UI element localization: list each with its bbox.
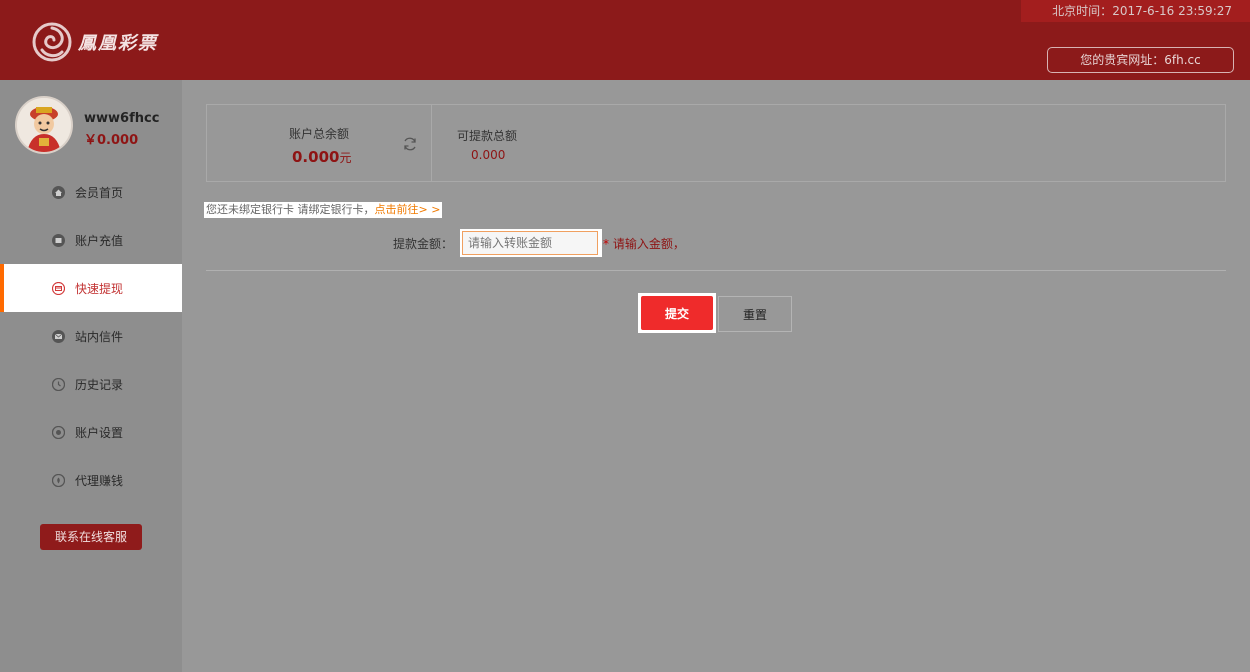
contact-support-button[interactable]: 联系在线客服 — [40, 524, 142, 550]
sidebar-nav: 会员首页 账户充值 快速提现 站内信件 历史记录 账户设置 代理赚钱 — [0, 168, 182, 504]
sidebar-item-label: 代理赚钱 — [75, 473, 124, 488]
reset-button[interactable]: 重置 — [718, 296, 792, 332]
amount-input[interactable] — [462, 231, 598, 255]
total-balance-amount: 0.000 — [292, 148, 340, 166]
gear-icon — [52, 425, 65, 439]
sidebar-item-history[interactable]: 历史记录 — [0, 360, 182, 408]
withdrawable-value: 0.000 — [471, 148, 506, 162]
sidebar-item-inbox[interactable]: 站内信件 — [0, 312, 182, 360]
sidebar-item-quick-withdraw[interactable]: 快速提现 — [0, 264, 182, 312]
avatar-image-icon — [17, 98, 71, 152]
total-balance-label: 账户总余额 — [289, 127, 350, 141]
site-logo[interactable]: 鳳凰彩票 — [32, 20, 158, 64]
bind-card-notice: 您还未绑定银行卡 请绑定银行卡，点击前往> > — [204, 202, 443, 218]
balance-summary: 账户总余额 0.000元 可提款总额 0.000 — [206, 104, 1226, 182]
sidebar-item-account-settings[interactable]: 账户设置 — [0, 408, 182, 456]
total-balance-panel: 账户总余额 0.000元 — [207, 105, 432, 181]
withdraw-amount-row: 提款金额： * 请输入金额， — [182, 229, 1250, 257]
amount-hint-text: 请输入金额， — [609, 237, 685, 251]
clock-value: 2017-6-16 23:59:27 — [1112, 4, 1232, 18]
refresh-icon[interactable] — [402, 136, 418, 152]
form-divider — [206, 270, 1226, 271]
username: www6fhcc — [84, 111, 160, 126]
total-balance-value: 0.000元 — [292, 148, 351, 166]
avatar[interactable] — [15, 96, 73, 154]
sidebar: www6fhcc ￥0.000 会员首页 账户充值 快速提现 站内信件 历史记录… — [0, 80, 182, 672]
sidebar-item-label: 会员首页 — [75, 185, 124, 200]
wallet-icon — [52, 233, 65, 247]
sidebar-item-member-home[interactable]: 会员首页 — [0, 168, 182, 216]
clock-label: 北京时间： — [1052, 4, 1113, 18]
mail-icon — [52, 329, 65, 343]
phoenix-logo-icon — [32, 22, 72, 62]
amount-input-frame — [460, 229, 602, 257]
home-icon — [52, 185, 65, 199]
coin-icon — [52, 473, 65, 487]
clock-icon — [52, 377, 65, 391]
submit-frame: 提交 — [638, 293, 716, 333]
total-balance-unit: 元 — [339, 151, 352, 165]
logo-text: 鳳凰彩票 — [78, 33, 158, 54]
beijing-clock: 北京时间：2017-6-16 23:59:27 — [1021, 0, 1250, 22]
submit-button[interactable]: 提交 — [641, 296, 713, 330]
top-header: 鳳凰彩票 北京时间：2017-6-16 23:59:27 您的贵宾网址：6fh.… — [0, 0, 1250, 80]
bind-card-link[interactable]: 点击前往> > — [375, 203, 441, 216]
withdrawable-label: 可提款总额 — [457, 129, 518, 143]
sidebar-item-recharge[interactable]: 账户充值 — [0, 216, 182, 264]
user-profile: www6fhcc ￥0.000 — [0, 80, 182, 170]
amount-label: 提款金额： — [393, 237, 454, 251]
user-balance: ￥0.000 — [84, 133, 139, 148]
card-icon — [52, 281, 65, 295]
vip-url-badge: 您的贵宾网址：6fh.cc — [1047, 47, 1234, 73]
sidebar-item-label: 账户设置 — [75, 425, 124, 440]
amount-hint: * 请输入金额， — [603, 235, 685, 252]
sidebar-item-label: 历史记录 — [75, 377, 124, 392]
sidebar-item-agent-earnings[interactable]: 代理赚钱 — [0, 456, 182, 504]
main-content: 账户总余额 0.000元 可提款总额 0.000 您还未绑定银行卡 请绑定银行卡… — [182, 80, 1250, 672]
sidebar-item-label: 账户充值 — [75, 233, 124, 248]
notice-text: 您还未绑定银行卡 请绑定银行卡， — [206, 203, 375, 216]
sidebar-item-label: 快速提现 — [75, 281, 124, 296]
sidebar-item-label: 站内信件 — [75, 329, 124, 344]
